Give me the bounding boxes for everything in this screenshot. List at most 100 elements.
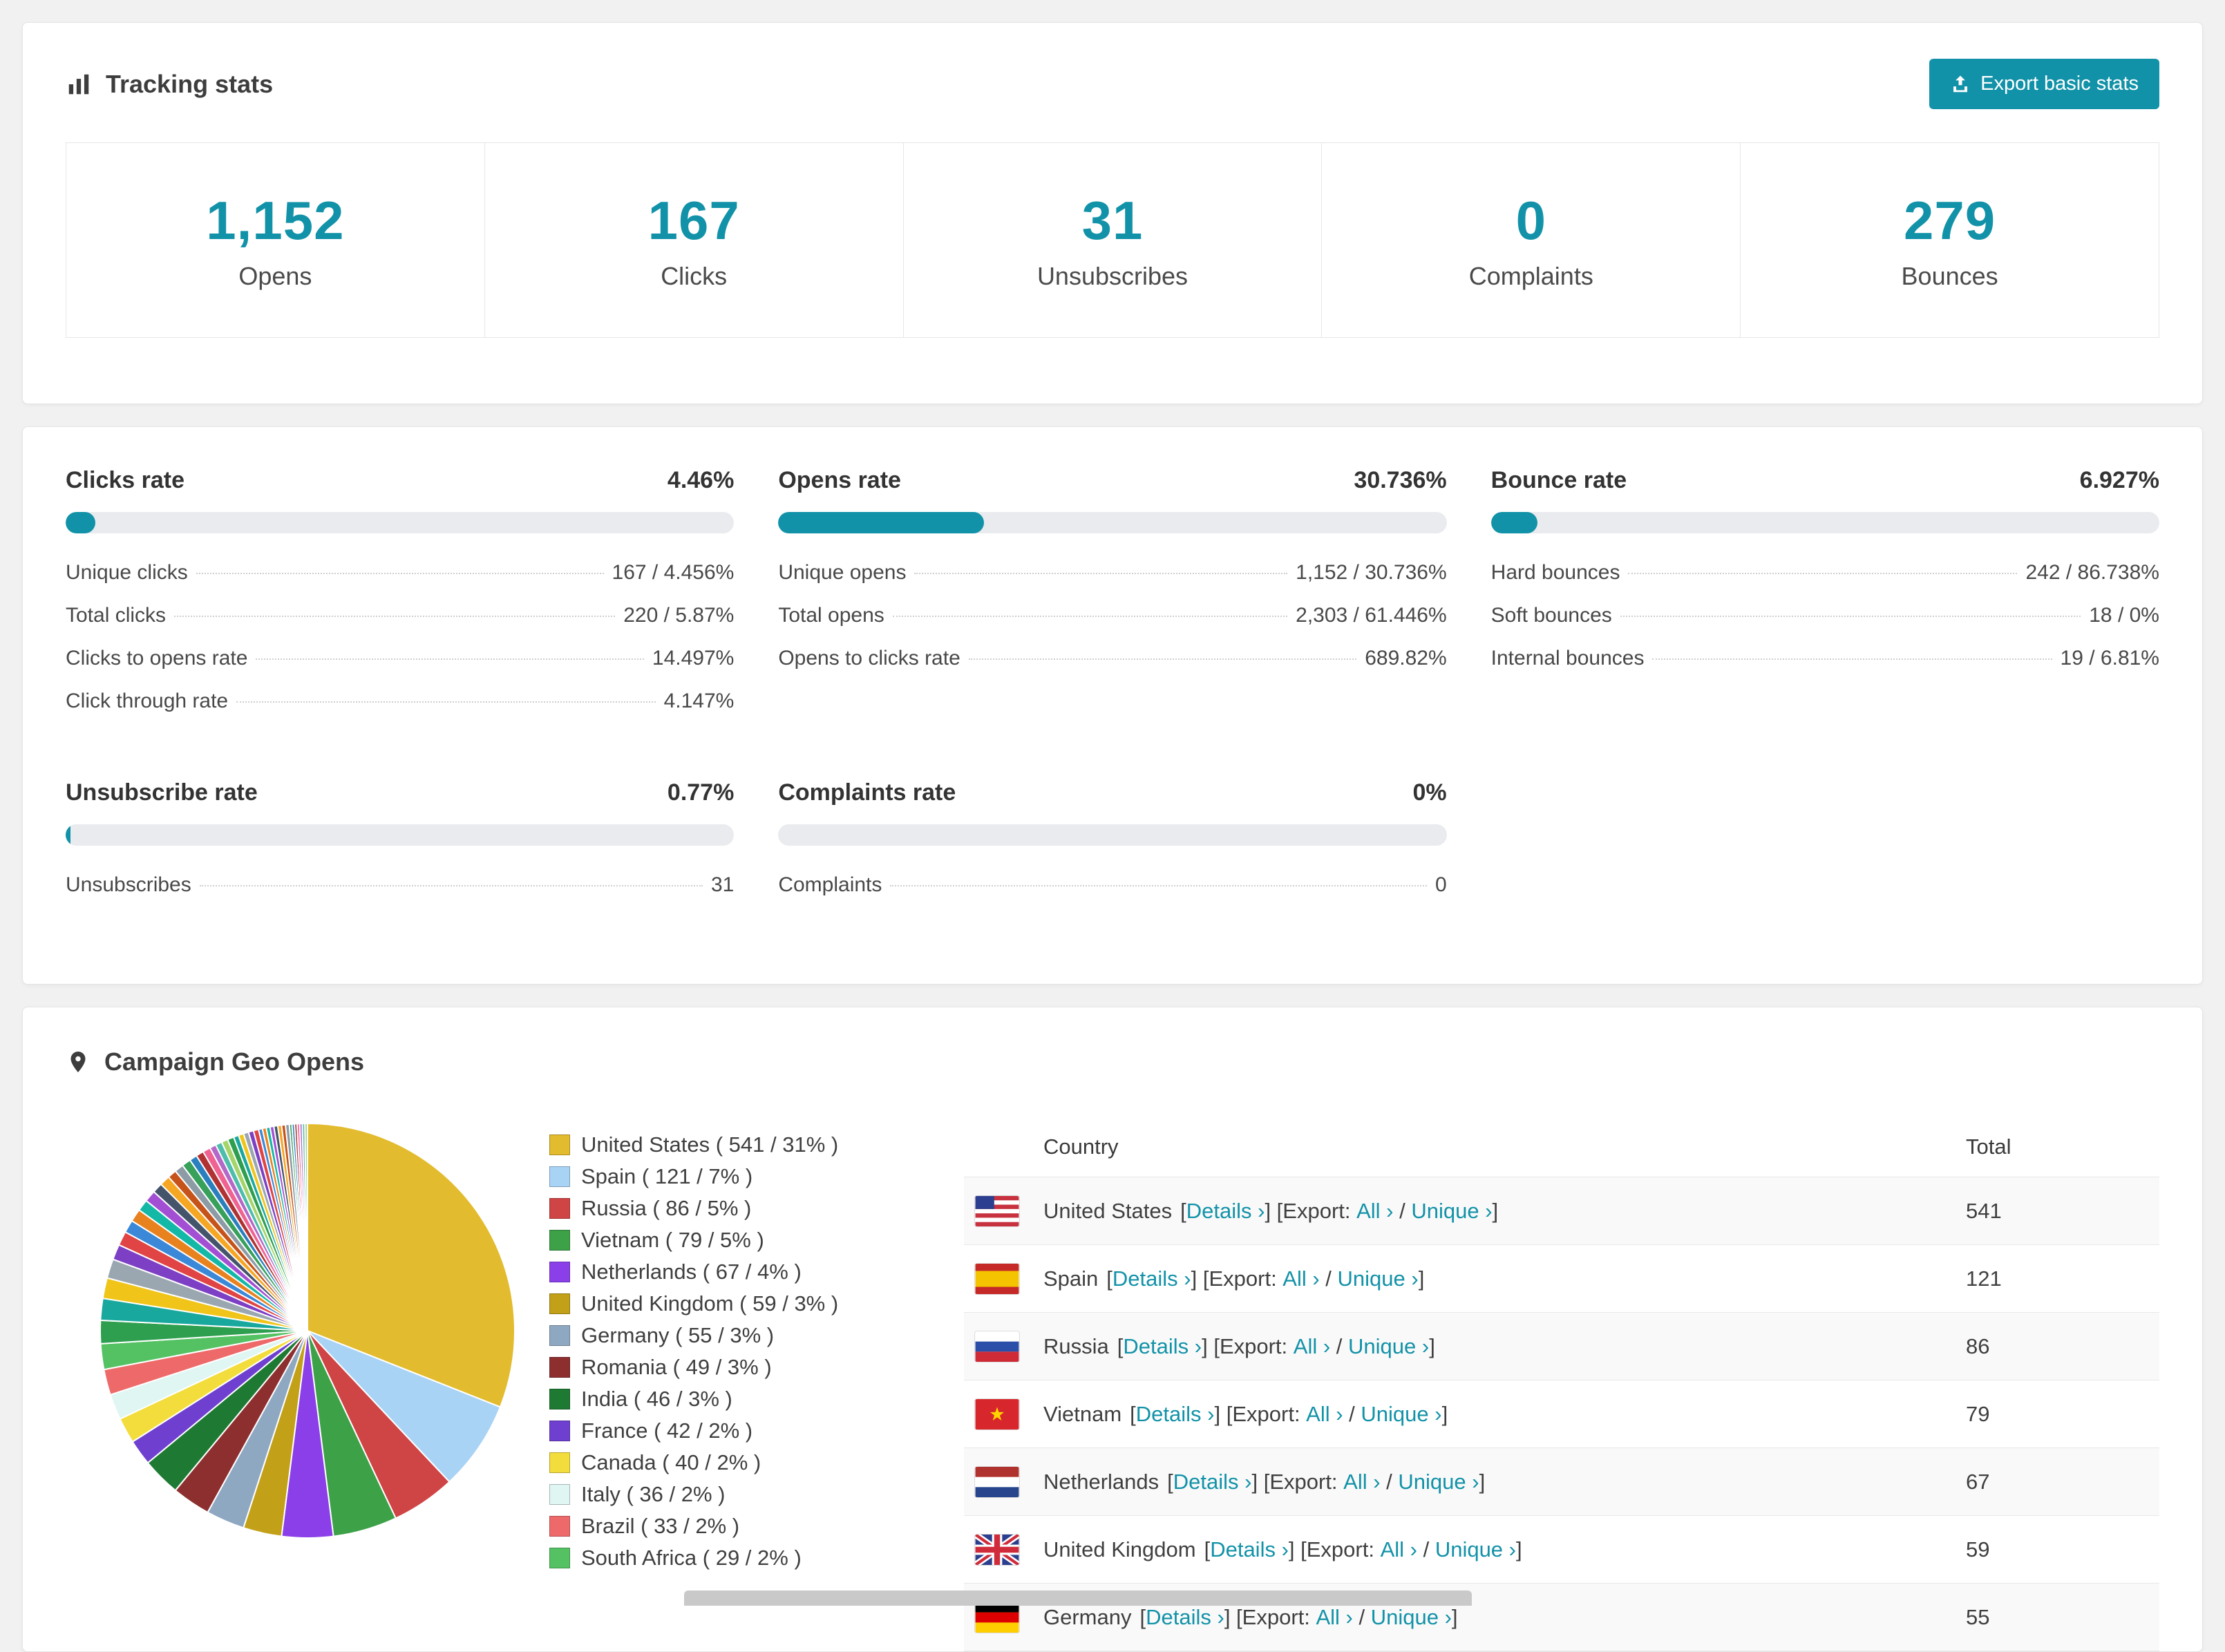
export-all-link[interactable]: All › <box>1316 1605 1352 1630</box>
rate-progress-fill <box>66 512 96 533</box>
rate-rows: Unsubscribes 31 <box>66 864 734 906</box>
export-label: [Export: <box>1271 1198 1357 1223</box>
details-link[interactable]: Details › <box>1173 1470 1252 1494</box>
legend-item: South Africa ( 29 / 2% ) <box>549 1542 936 1574</box>
flag-us-icon <box>974 1195 1020 1227</box>
rate-title-row: Complaints rate 0% <box>778 779 1446 806</box>
country-total: 121 <box>1966 1266 2002 1291</box>
legend-color-swatch <box>549 1198 570 1219</box>
rate-title: Bounce rate <box>1490 467 1627 493</box>
export-basic-stats-button[interactable]: Export basic stats <box>1929 59 2159 109</box>
country-name: United States <box>1043 1198 1173 1223</box>
details-link[interactable]: Details › <box>1136 1402 1215 1427</box>
details-link[interactable]: Details › <box>1186 1199 1265 1224</box>
legend-color-swatch <box>549 1421 570 1441</box>
dotted-leader <box>968 658 1357 660</box>
stats-row: 1,152 Opens 167 Clicks 31 Unsubscribes 0… <box>66 142 2159 338</box>
rate-panel: Unsubscribe rate 0.77% Unsubscribes 31 <box>66 779 735 906</box>
bracket: ] <box>1224 1604 1231 1629</box>
export-unique-link[interactable]: Unique › <box>1361 1402 1441 1427</box>
rate-rows: Unique opens 1,152 / 30.736% Total opens… <box>778 551 1446 680</box>
legend-color-swatch <box>549 1389 570 1409</box>
flag-ru-icon <box>974 1330 1020 1363</box>
rate-progress-track <box>66 512 735 533</box>
country-cell: Vietnam [Details ›] [Export: All › / Uni… <box>964 1398 1966 1430</box>
rate-stat-row: Unique clicks 167 / 4.456% <box>66 551 734 594</box>
flag-vn-icon <box>974 1398 1020 1430</box>
legend-label: Romania ( 49 / 3% ) <box>581 1355 772 1379</box>
bar-chart-icon <box>66 71 92 97</box>
legend-item: Netherlands ( 67 / 4% ) <box>549 1256 936 1288</box>
export-all-link[interactable]: All › <box>1294 1334 1330 1359</box>
export-all-link[interactable]: All › <box>1306 1402 1343 1427</box>
horizontal-scrollbar-thumb[interactable] <box>684 1591 1472 1606</box>
flag-es-icon <box>974 1262 1020 1295</box>
rate-stat-value: 31 <box>710 873 735 896</box>
stat-value: 31 <box>1081 190 1144 251</box>
details-link[interactable]: Details › <box>1123 1334 1202 1359</box>
export-unique-link[interactable]: Unique › <box>1371 1605 1452 1630</box>
rate-stat-value: 220 / 5.87% <box>623 604 735 627</box>
tracking-stats-title: Tracking stats <box>106 69 274 98</box>
legend-label: Italy ( 36 / 2% ) <box>581 1482 726 1506</box>
country-name: Vietnam <box>1043 1401 1122 1426</box>
stat-label: Clicks <box>661 262 728 290</box>
rate-percent-value: 4.46% <box>667 467 735 493</box>
stat-box-opens: 1,152 Opens <box>66 142 485 338</box>
export-all-link[interactable]: All › <box>1343 1470 1380 1494</box>
legend-item: Germany ( 55 / 3% ) <box>549 1320 936 1351</box>
dotted-leader <box>914 573 1288 574</box>
export-label: [Export: <box>1294 1537 1381 1561</box>
legend-item: Spain ( 121 / 7% ) <box>549 1161 936 1193</box>
export-unique-link[interactable]: Unique › <box>1398 1470 1479 1494</box>
export-all-link[interactable]: All › <box>1381 1537 1417 1562</box>
legend-item: Italy ( 36 / 2% ) <box>549 1479 936 1510</box>
geo-pie-wrap <box>66 1117 549 1545</box>
geo-table-row: Russia [Details ›] [Export: All › / Uniq… <box>964 1313 2159 1380</box>
bracket: [ <box>1130 1401 1136 1426</box>
rate-stat-value: 242 / 86.738% <box>2025 561 2159 584</box>
rate-progress-track <box>778 512 1447 533</box>
export-all-link[interactable]: All › <box>1282 1266 1319 1291</box>
rates-card: Clicks rate 4.46% Unique clicks 167 / 4.… <box>22 426 2203 985</box>
rate-stat-value: 2,303 / 61.446% <box>1296 604 1447 627</box>
bracket: [ <box>1139 1604 1146 1629</box>
rate-stat-value: 0 <box>1435 873 1447 896</box>
geo-table-body: United States [Details ›] [Export: All ›… <box>964 1177 2159 1651</box>
rate-progress-fill <box>66 824 71 846</box>
country-total: 67 <box>1966 1469 1990 1494</box>
country-name: Netherlands <box>1043 1469 1159 1494</box>
geo-pie-legend: United States ( 541 / 31% ) Spain ( 121 … <box>549 1117 936 1574</box>
legend-item: Russia ( 86 / 5% ) <box>549 1193 936 1224</box>
export-label: [Export: <box>1258 1469 1344 1494</box>
rate-percent-value: 0.77% <box>667 779 735 806</box>
separator: / <box>1330 1333 1348 1358</box>
export-unique-link[interactable]: Unique › <box>1348 1334 1429 1359</box>
rate-stat-label: Hard bounces <box>1490 561 1620 584</box>
export-all-link[interactable]: All › <box>1356 1199 1393 1224</box>
separator: / <box>1393 1198 1412 1223</box>
legend-label: Russia ( 86 / 5% ) <box>581 1196 752 1220</box>
separator: / <box>1352 1604 1371 1629</box>
details-link[interactable]: Details › <box>1146 1605 1224 1630</box>
stat-value: 279 <box>1904 190 1996 251</box>
rate-progress-track <box>1490 512 2159 533</box>
details-link[interactable]: Details › <box>1112 1266 1191 1291</box>
details-link[interactable]: Details › <box>1210 1537 1289 1562</box>
bracket: ] <box>1288 1537 1295 1561</box>
legend-color-swatch <box>549 1357 570 1378</box>
country-cell: Spain [Details ›] [Export: All › / Uniqu… <box>964 1262 1966 1295</box>
export-unique-link[interactable]: Unique › <box>1435 1537 1516 1562</box>
geo-table-row: United States [Details ›] [Export: All ›… <box>964 1177 2159 1245</box>
legend-label: Netherlands ( 67 / 4% ) <box>581 1260 802 1284</box>
legend-label: Canada ( 40 / 2% ) <box>581 1450 761 1474</box>
tracking-stats-header: Tracking stats Export basic stats <box>66 59 2159 109</box>
export-unique-link[interactable]: Unique › <box>1338 1266 1419 1291</box>
stat-label: Opens <box>238 262 312 290</box>
separator: / <box>1319 1266 1338 1291</box>
legend-label: Spain ( 121 / 7% ) <box>581 1164 753 1188</box>
bracket: ] <box>1516 1537 1522 1561</box>
bracket: [ <box>1180 1198 1186 1223</box>
export-unique-link[interactable]: Unique › <box>1411 1199 1492 1224</box>
stat-value: 0 <box>1515 190 1546 251</box>
